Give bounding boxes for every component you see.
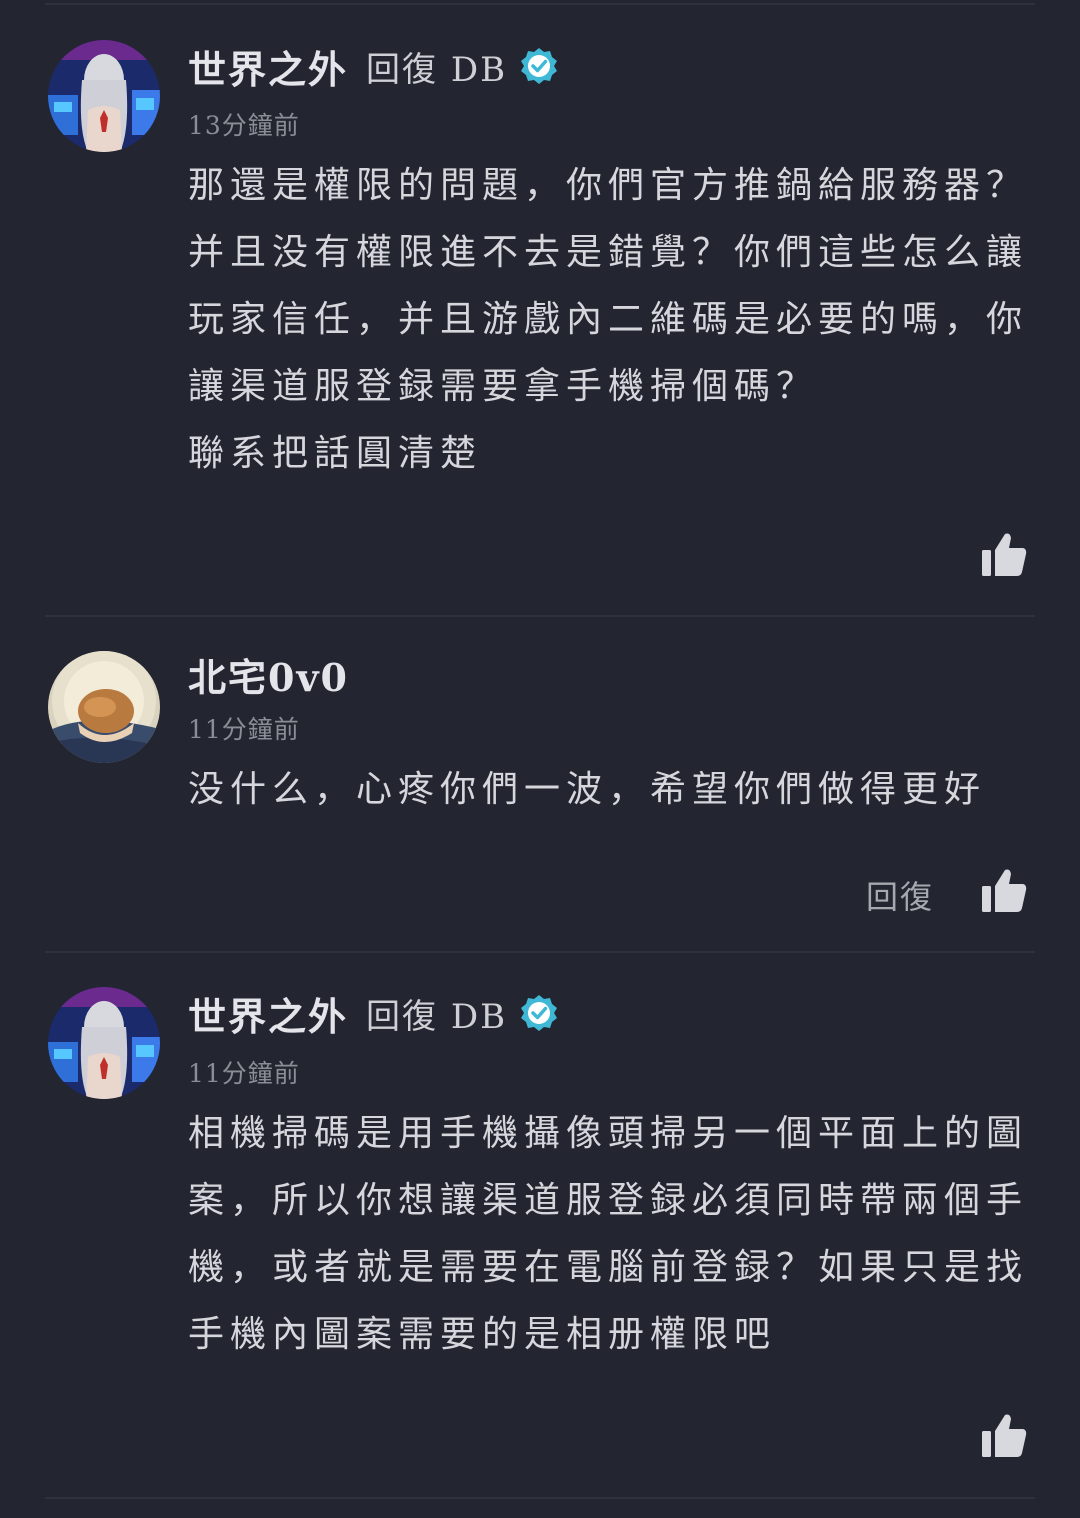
author-name[interactable]: 北宅0v0 — [188, 647, 349, 702]
reply-target[interactable]: DB — [451, 50, 507, 90]
comment-text: 没什么，心疼你們一波，希望你們做得更好 — [188, 756, 1038, 823]
author-name[interactable]: 世界之外 — [188, 39, 348, 94]
reply-to-label: 回復 DB — [366, 49, 508, 90]
divider — [45, 615, 1035, 617]
verified-badge-icon — [521, 995, 558, 1031]
reply-to-label: 回復 DB — [366, 996, 508, 1037]
comment-line: 讓渠道服登録需要拿手機掃個碼？ — [188, 366, 819, 407]
comment-header: 世界之外 回復 DB — [188, 36, 559, 96]
avatar[interactable] — [48, 651, 160, 763]
thumbs-up-icon[interactable] — [980, 530, 1028, 578]
comment-line: 没什么，心疼你們一波，希望你們做得更好 — [188, 769, 987, 810]
comment-line: 玩家信任，并且游戲內二維碼是必要的嗎，你 — [188, 299, 1029, 340]
reply-target[interactable]: DB — [451, 997, 507, 1037]
timestamp: 13分鐘前 — [188, 111, 300, 140]
comment-line: 聯系把話圓清楚 — [188, 433, 483, 474]
comment-line: 案，所以你想讓渠道服登録必須同時帶兩個手 — [188, 1180, 1029, 1221]
thumbs-up-icon[interactable] — [980, 866, 1028, 914]
comment-line: 那還是權限的問題，你們官方推鍋給服務器？ — [188, 165, 1029, 206]
thumbs-up-icon[interactable] — [980, 1411, 1028, 1459]
divider — [45, 1497, 1035, 1499]
author-name[interactable]: 世界之外 — [188, 986, 348, 1041]
divider — [45, 951, 1035, 953]
comment-header: 北宅0v0 — [188, 644, 349, 704]
comment-text: 那還是權限的問題，你們官方推鍋給服務器？ 并且没有權限進不去是錯覺？你們這些怎么… — [188, 152, 1038, 487]
comment-line: 并且没有權限進不去是錯覺？你們這些怎么讓 — [188, 232, 1029, 273]
comment-line: 相機掃碼是用手機攝像頭掃另一個平面上的圖 — [188, 1113, 1029, 1154]
timestamp: 11分鐘前 — [188, 715, 300, 744]
comment-text: 相機掃碼是用手機攝像頭掃另一個平面上的圖 案，所以你想讓渠道服登録必須同時帶兩個… — [188, 1100, 1038, 1368]
avatar[interactable] — [48, 987, 160, 1099]
avatar[interactable] — [48, 40, 160, 152]
comment-header: 世界之外 回復 DB — [188, 983, 559, 1043]
timestamp: 11分鐘前 — [188, 1059, 300, 1088]
comment-line: 機，或者就是需要在電腦前登録？如果只是找 — [188, 1247, 1029, 1288]
verified-badge-icon — [521, 48, 558, 84]
reply-button[interactable]: 回復 — [866, 872, 934, 918]
comment-line: 手機內圖案需要的是相册權限吧 — [188, 1314, 777, 1355]
divider — [45, 3, 1035, 5]
